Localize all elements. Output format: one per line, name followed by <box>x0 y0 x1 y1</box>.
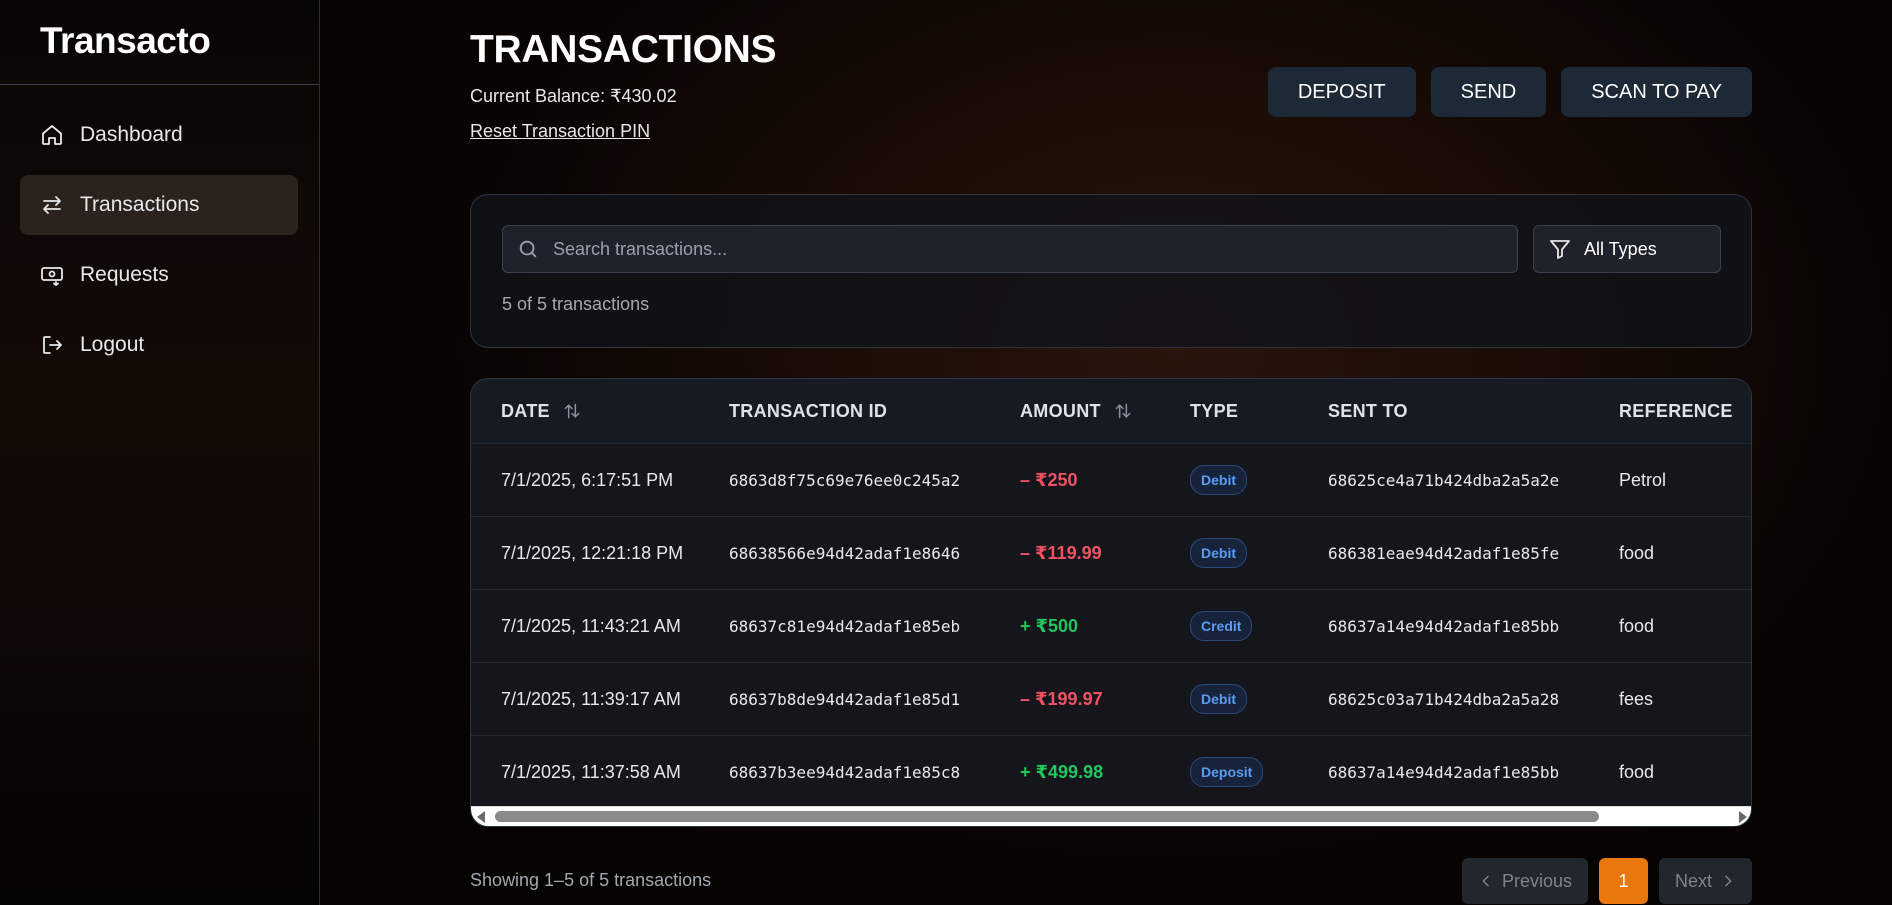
horizontal-scrollbar[interactable] <box>471 806 1751 826</box>
search-icon <box>519 240 537 258</box>
cell-date: 7/1/2025, 11:43:21 AM <box>501 615 681 636</box>
sidebar-item-label: Dashboard <box>80 123 183 146</box>
sidebar-item-requests[interactable]: Requests <box>20 245 298 305</box>
cell-reference: fees <box>1619 688 1654 709</box>
pagination: Previous 1 Next <box>1461 858 1752 904</box>
send-button[interactable]: SEND <box>1430 67 1547 117</box>
column-header-label: AMOUNT <box>1020 400 1101 421</box>
sort-icon[interactable] <box>1113 401 1133 421</box>
table-row[interactable]: 7/1/2025, 6:17:51 PM 6863d8f75c69e76ee0c… <box>471 444 1751 517</box>
search-input[interactable] <box>553 238 1453 260</box>
search-box[interactable] <box>502 225 1518 273</box>
chevron-left-icon <box>1482 875 1489 887</box>
home-icon <box>42 125 62 145</box>
cell-reference: food <box>1619 761 1655 782</box>
sidebar-item-label: Requests <box>80 263 169 286</box>
scrollbar-thumb[interactable] <box>495 811 1599 822</box>
chevron-right-icon <box>1725 875 1732 887</box>
column-header-date[interactable]: DATE <box>471 401 729 422</box>
cell-amount: + ₹499.98 <box>1020 761 1104 782</box>
sidebar-item-label: Transactions <box>80 193 200 216</box>
sidebar-item-dashboard[interactable]: Dashboard <box>20 105 298 165</box>
cell-date: 7/1/2025, 12:21:18 PM <box>501 542 684 563</box>
arrows-exchange-icon <box>43 196 61 214</box>
table-row[interactable]: 7/1/2025, 11:39:17 AM 68637b8de94d42adaf… <box>471 663 1751 736</box>
cell-transaction-id: 6863d8f75c69e76ee0c245a2 <box>729 470 961 490</box>
filter-panel: All Types 5 of 5 transactions <box>470 194 1752 348</box>
previous-page-button[interactable]: Previous <box>1461 858 1588 904</box>
cell-date: 7/1/2025, 6:17:51 PM <box>501 469 674 490</box>
cell-amount: + ₹500 <box>1020 615 1079 636</box>
reset-pin-link[interactable]: Reset Transaction PIN <box>470 121 650 142</box>
type-badge: Deposit <box>1190 757 1264 787</box>
cell-reference: food <box>1619 542 1655 563</box>
cell-sent-to: 68637a14e94d42adaf1e85bb <box>1328 762 1560 782</box>
cell-sent-to: 68625ce4a71b424dba2a5a2e <box>1328 470 1560 490</box>
type-badge: Debit <box>1190 465 1247 495</box>
sidebar-nav: Dashboard Transactions Requests Logout <box>0 0 319 385</box>
column-header-sent-to: SENT TO <box>1328 400 1408 421</box>
table-row[interactable]: 7/1/2025, 12:21:18 PM 68638566e94d42adaf… <box>471 517 1751 590</box>
cell-sent-to: 686381eae94d42adaf1e85fe <box>1328 543 1560 563</box>
logout-icon <box>43 336 62 354</box>
money-request-icon <box>41 267 63 286</box>
column-header-label: DATE <box>501 400 550 421</box>
cell-reference: food <box>1619 615 1655 636</box>
next-page-label: Next <box>1674 870 1712 891</box>
cell-transaction-id: 68637b8de94d42adaf1e85d1 <box>729 689 961 709</box>
scan-to-pay-button[interactable]: SCAN TO PAY <box>1561 67 1752 117</box>
cell-amount: – ₹199.97 <box>1020 688 1103 709</box>
table-row[interactable]: 7/1/2025, 11:43:21 AM 68637c81e94d42adaf… <box>471 590 1751 663</box>
cell-date: 7/1/2025, 11:37:58 AM <box>501 761 681 782</box>
type-badge: Credit <box>1190 611 1253 641</box>
next-page-button[interactable]: Next <box>1658 858 1752 904</box>
pagination-summary: Showing 1–5 of 5 transactions <box>470 870 712 890</box>
column-header-type: TYPE <box>1190 400 1239 421</box>
transactions-table: DATE TRANSACTION ID AMOUNT TYPE SENT TO … <box>470 378 1752 827</box>
type-badge: Debit <box>1190 538 1247 568</box>
table-row[interactable]: 7/1/2025, 11:37:58 AM 68637b3ee94d42adaf… <box>471 736 1751 809</box>
column-header-amount[interactable]: AMOUNT <box>1020 401 1190 422</box>
cell-sent-to: 68625c03a71b424dba2a5a28 <box>1328 689 1560 709</box>
transaction-count: 5 of 5 transactions <box>502 294 650 314</box>
scroll-left-arrow-icon[interactable] <box>477 811 485 823</box>
cell-transaction-id: 68637b3ee94d42adaf1e85c8 <box>729 762 961 782</box>
column-header-reference: REFERENCE <box>1619 400 1733 421</box>
sidebar: Transacto Dashboard Transactions Request… <box>0 0 320 905</box>
cell-date: 7/1/2025, 11:39:17 AM <box>501 688 681 709</box>
sidebar-item-logout[interactable]: Logout <box>20 315 298 375</box>
filter-icon <box>1550 240 1570 259</box>
cell-reference: Petrol <box>1619 469 1667 490</box>
action-buttons: DEPOSIT SEND SCAN TO PAY <box>1267 67 1752 117</box>
type-filter-value: All Types <box>1584 238 1657 259</box>
deposit-button[interactable]: DEPOSIT <box>1267 67 1416 117</box>
current-balance: Current Balance: ₹430.02 <box>470 86 677 106</box>
cell-transaction-id: 68637c81e94d42adaf1e85eb <box>729 616 961 636</box>
previous-page-label: Previous <box>1501 870 1572 891</box>
type-filter-select[interactable]: All Types <box>1533 225 1721 273</box>
current-page-button[interactable]: 1 <box>1598 858 1648 904</box>
cell-amount: – ₹119.99 <box>1020 542 1102 563</box>
page-title: TRANSACTIONS <box>470 28 777 71</box>
table-header: DATE TRANSACTION ID AMOUNT TYPE SENT TO … <box>471 379 1751 444</box>
cell-amount: – ₹250 <box>1020 469 1078 490</box>
sidebar-item-label: Logout <box>80 333 145 356</box>
column-header-transaction-id: TRANSACTION ID <box>729 400 888 421</box>
sort-icon[interactable] <box>562 401 582 421</box>
cell-sent-to: 68637a14e94d42adaf1e85bb <box>1328 616 1560 636</box>
cell-transaction-id: 68638566e94d42adaf1e8646 <box>729 543 961 563</box>
type-badge: Debit <box>1190 684 1247 714</box>
scroll-right-arrow-icon[interactable] <box>1739 811 1747 823</box>
sidebar-item-transactions[interactable]: Transactions <box>20 175 298 235</box>
